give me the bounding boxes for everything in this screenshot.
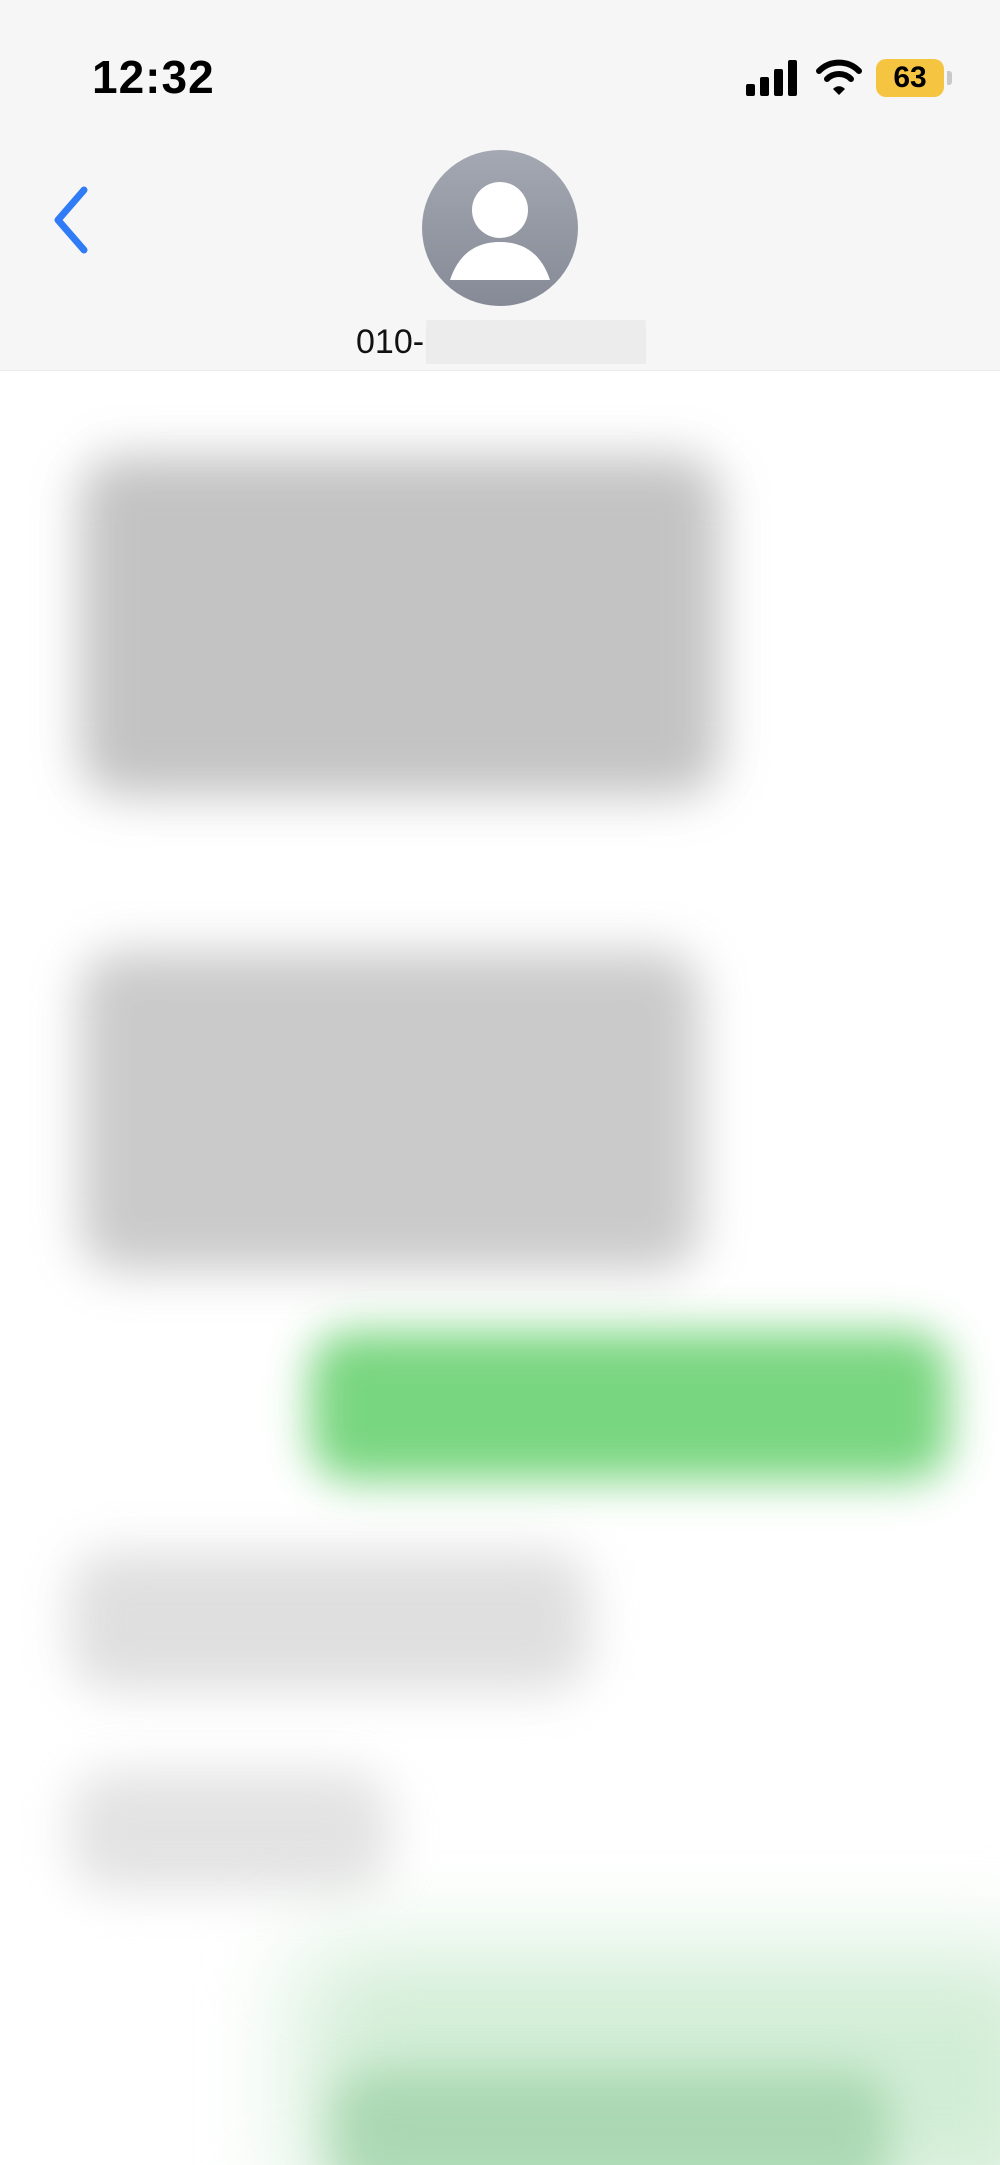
- received-message[interactable]: [80, 951, 700, 1271]
- status-time: 12:32: [92, 51, 215, 103]
- person-icon: [450, 182, 550, 280]
- contact-number-prefix: 010-: [356, 322, 425, 361]
- contact-name[interactable]: 010-: [356, 320, 647, 364]
- status-bar: 12:32 63: [0, 0, 1000, 150]
- back-button[interactable]: [40, 180, 100, 260]
- received-message[interactable]: [70, 1771, 390, 1891]
- message-list[interactable]: [0, 371, 1000, 2165]
- contact-avatar[interactable]: [422, 150, 578, 306]
- wifi-icon: [816, 59, 862, 95]
- signal-icon: [746, 60, 797, 96]
- received-message[interactable]: [70, 1551, 590, 1691]
- battery-icon: 63: [876, 59, 952, 99]
- received-message[interactable]: [80, 456, 720, 796]
- sent-message[interactable]: [310, 1331, 950, 1481]
- redacted-number: [426, 320, 647, 364]
- sent-message[interactable]: [330, 2071, 890, 2165]
- battery-level: 63: [893, 61, 927, 94]
- chevron-left-icon: [54, 186, 88, 254]
